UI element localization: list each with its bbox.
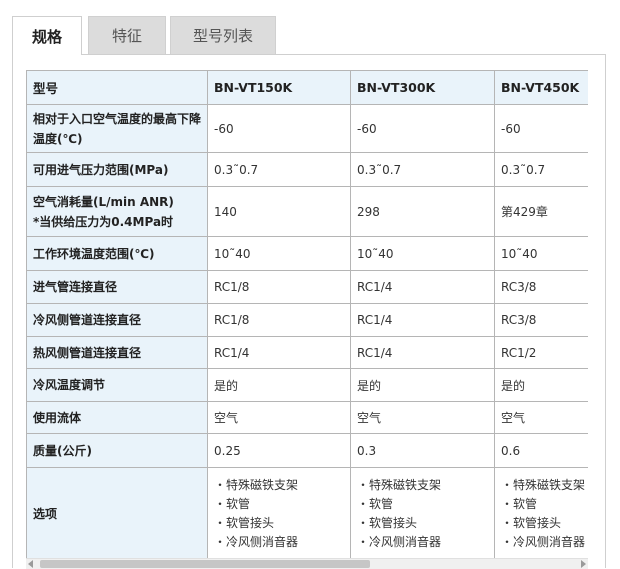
- option-item: ・冷风侧消音器: [357, 534, 442, 549]
- spec-table-container[interactable]: 型号 BN-VT150K BN-VT300K BN-VT450K 相对于入口空气…: [26, 70, 588, 560]
- horizontal-scrollbar[interactable]: [26, 558, 588, 569]
- option-item: ・软管接头: [214, 515, 275, 530]
- header-model: 型号: [26, 70, 208, 105]
- scroll-right-icon[interactable]: [581, 560, 586, 568]
- row-label: 可用进气压力范围(MPa): [26, 152, 208, 187]
- options-cell: ・特殊磁铁支架 ・软管 ・软管接头 ・冷风侧消音器: [494, 467, 588, 560]
- cell-value: 是的: [207, 368, 351, 402]
- options-cell: ・特殊磁铁支架 ・软管 ・软管接头 ・冷风侧消音器: [350, 467, 495, 560]
- header-bn-vt150k: BN-VT150K: [207, 70, 351, 105]
- row-label-note: *当供给压力为0.4MPa时: [33, 214, 174, 229]
- cell-value: 第429章: [494, 186, 588, 237]
- cell-value: 0.3˜0.7: [494, 152, 588, 187]
- cell-value: 空气: [350, 401, 495, 434]
- table-row: 空气消耗量(L/min ANR) *当供给压力为0.4MPa时 140 298 …: [26, 186, 588, 237]
- cell-value: 空气: [207, 401, 351, 434]
- table-row: 可用进气压力范围(MPa) 0.3˜0.7 0.3˜0.7 0.3˜0.7: [26, 152, 588, 187]
- row-label: 冷风温度调节: [26, 368, 208, 402]
- cell-value: 10˜40: [494, 236, 588, 271]
- cell-value: 0.3˜0.7: [207, 152, 351, 187]
- table-row: 选项 ・特殊磁铁支架 ・软管 ・软管接头 ・冷风侧消音器 ・特殊磁铁支架 ・软管…: [26, 467, 588, 560]
- tab-features[interactable]: 特征: [88, 16, 166, 54]
- table-row: 相对于入口空气温度的最高下降温度(℃) -60 -60 -60: [26, 104, 588, 153]
- row-label: 工作环境温度范围(℃): [26, 236, 208, 271]
- option-item: ・软管接头: [357, 515, 418, 530]
- row-label-line: 空气消耗量(L/min ANR): [33, 194, 174, 209]
- cell-value: -60: [494, 104, 588, 153]
- option-item: ・特殊磁铁支架: [214, 477, 299, 492]
- cell-value: RC1/4: [207, 336, 351, 369]
- option-item: ・软管: [501, 496, 538, 511]
- table-header-row: 型号 BN-VT150K BN-VT300K BN-VT450K: [26, 70, 588, 105]
- header-bn-vt300k: BN-VT300K: [350, 70, 495, 105]
- table-row: 进气管连接直径 RC1/8 RC1/4 RC3/8: [26, 270, 588, 304]
- cell-value: 10˜40: [207, 236, 351, 271]
- option-item: ・软管接头: [501, 515, 562, 530]
- option-item: ・特殊磁铁支架: [357, 477, 442, 492]
- row-label: 空气消耗量(L/min ANR) *当供给压力为0.4MPa时: [26, 186, 208, 237]
- cell-value: 0.25: [207, 433, 351, 468]
- cell-value: -60: [207, 104, 351, 153]
- row-label: 质量(公斤): [26, 433, 208, 468]
- cell-value: 10˜40: [350, 236, 495, 271]
- table-row: 冷风侧管道连接直径 RC1/8 RC1/4 RC3/8: [26, 303, 588, 337]
- option-item: ・特殊磁铁支架: [501, 477, 586, 492]
- cell-value: 0.3˜0.7: [350, 152, 495, 187]
- row-label: 进气管连接直径: [26, 270, 208, 304]
- scrollbar-thumb[interactable]: [40, 560, 370, 568]
- row-label: 相对于入口空气温度的最高下降温度(℃): [26, 104, 208, 153]
- table-row: 使用流体 空气 空气 空气: [26, 401, 588, 434]
- tab-spec[interactable]: 规格: [12, 16, 82, 55]
- cell-value: RC1/4: [350, 336, 495, 369]
- cell-value: 0.6: [494, 433, 588, 468]
- table-row: 热风侧管道连接直径 RC1/4 RC1/4 RC1/2: [26, 336, 588, 369]
- row-label: 使用流体: [26, 401, 208, 434]
- cell-value: 是的: [350, 368, 495, 402]
- cell-value: RC1/4: [350, 303, 495, 337]
- cell-value: 140: [207, 186, 351, 237]
- option-item: ・冷风侧消音器: [501, 534, 586, 549]
- cell-value: 是的: [494, 368, 588, 402]
- cell-value: RC3/8: [494, 303, 588, 337]
- option-item: ・冷风侧消音器: [214, 534, 299, 549]
- cell-value: RC3/8: [494, 270, 588, 304]
- row-label: 选项: [26, 467, 208, 560]
- table-row: 质量(公斤) 0.25 0.3 0.6: [26, 433, 588, 468]
- cell-value: 298: [350, 186, 495, 237]
- table-row: 冷风温度调节 是的 是的 是的: [26, 368, 588, 402]
- cell-value: -60: [350, 104, 495, 153]
- header-bn-vt450k: BN-VT450K: [494, 70, 588, 105]
- row-label: 冷风侧管道连接直径: [26, 303, 208, 337]
- cell-value: 0.3: [350, 433, 495, 468]
- scroll-left-icon[interactable]: [28, 560, 33, 568]
- cell-value: RC1/8: [207, 270, 351, 304]
- table-row: 工作环境温度范围(℃) 10˜40 10˜40 10˜40: [26, 236, 588, 271]
- row-label: 热风侧管道连接直径: [26, 336, 208, 369]
- options-cell: ・特殊磁铁支架 ・软管 ・软管接头 ・冷风侧消音器: [207, 467, 351, 560]
- cell-value: RC1/8: [207, 303, 351, 337]
- option-item: ・软管: [357, 496, 394, 511]
- tab-model-list[interactable]: 型号列表: [170, 16, 276, 54]
- cell-value: 空气: [494, 401, 588, 434]
- option-item: ・软管: [214, 496, 251, 511]
- cell-value: RC1/4: [350, 270, 495, 304]
- spec-table: 型号 BN-VT150K BN-VT300K BN-VT450K 相对于入口空气…: [26, 70, 588, 560]
- cell-value: RC1/2: [494, 336, 588, 369]
